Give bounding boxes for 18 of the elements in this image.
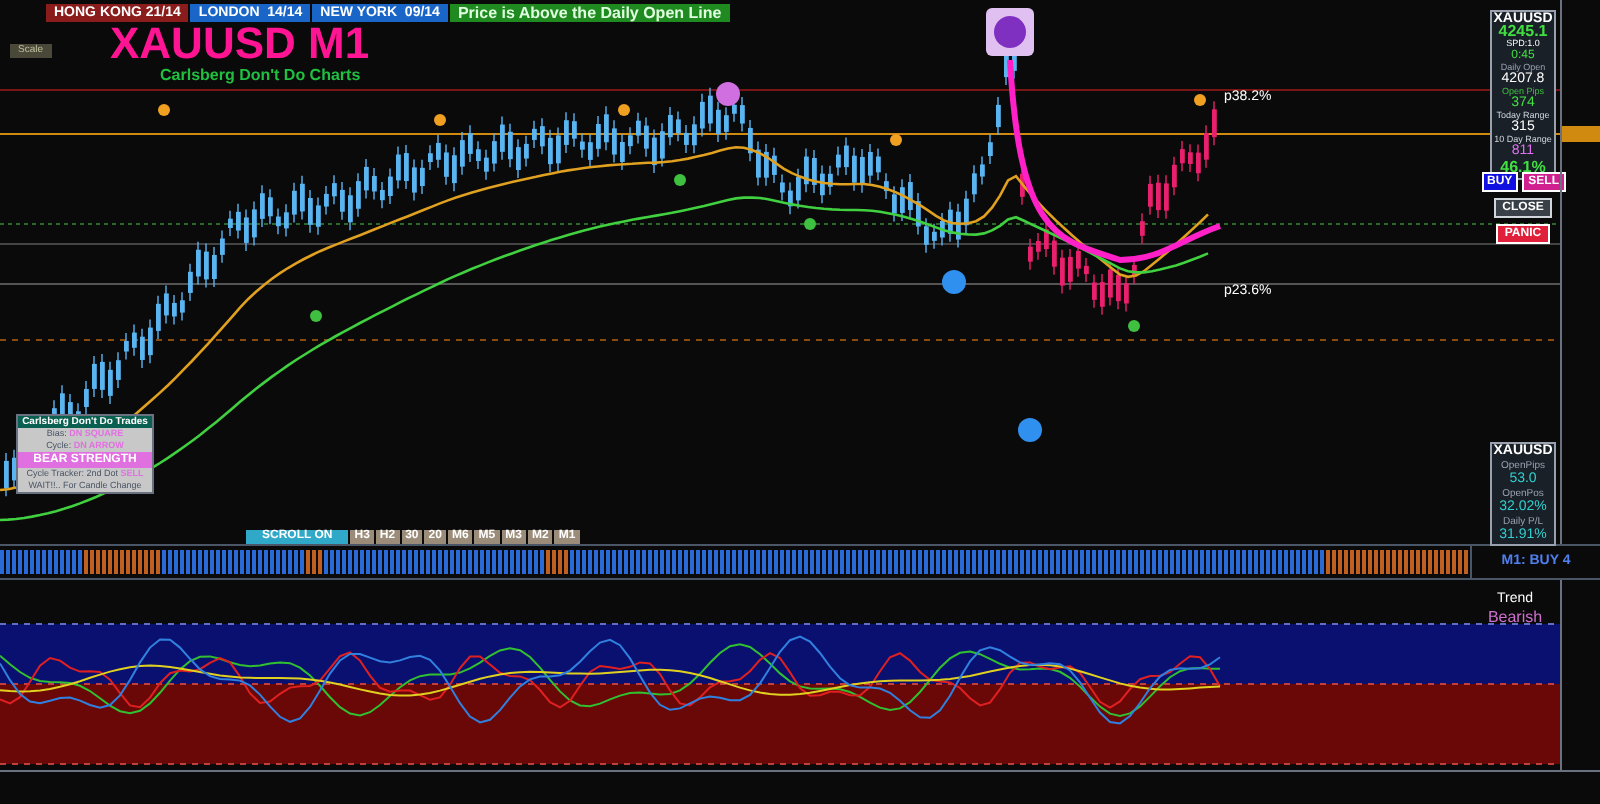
signal-dot [618,104,630,116]
signal-dot [674,174,686,186]
signal-dot [804,218,816,230]
price-value: 4245.1 [1498,26,1548,38]
signal-dot [1128,320,1140,332]
chart-title: XAUUSD M1 [110,22,370,66]
trend-value: Bearish [1487,608,1543,626]
signal-dot [1018,418,1042,442]
signal-dot [716,82,740,106]
signal-dot [434,114,446,126]
signal-dot [310,310,322,322]
signal-dot [890,134,902,146]
chart-subtitle: Carlsberg Don't Do Charts [158,66,363,84]
session-badge: Price is Above the Daily Open Line [449,4,730,22]
signal-dot [158,104,170,116]
signal-dot [942,270,966,294]
percent-value: 46.1% [1500,158,1546,176]
signal-dot [1194,94,1206,106]
